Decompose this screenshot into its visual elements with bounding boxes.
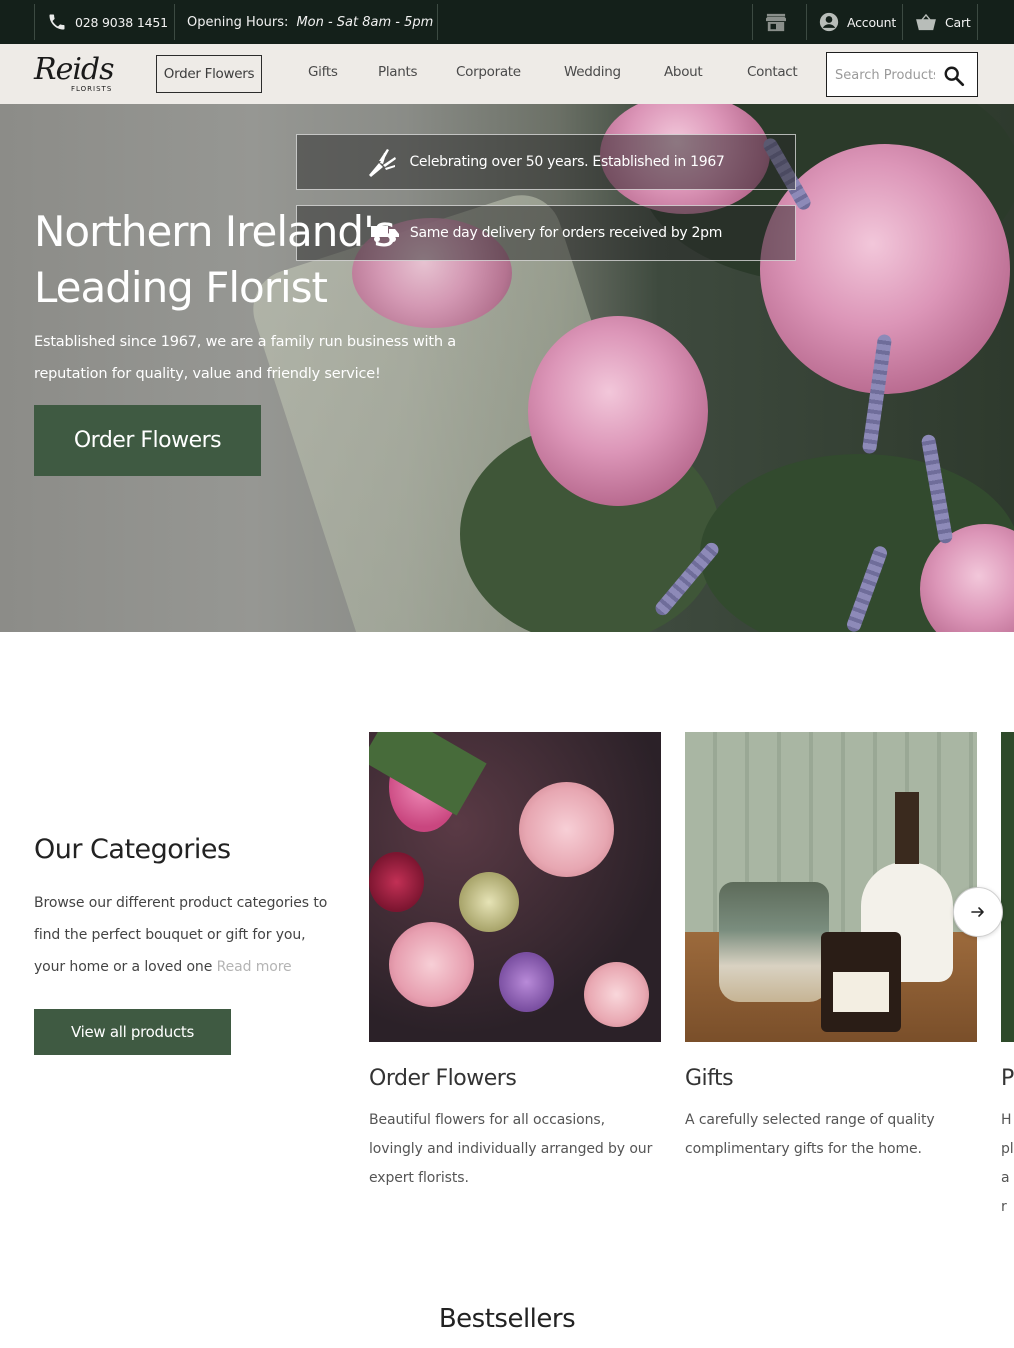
categories-title: Our Categories — [34, 834, 231, 865]
basket-icon — [916, 13, 936, 31]
category-title-plants[interactable]: Pl — [1001, 1066, 1014, 1091]
hero-order-flowers-button[interactable]: Order Flowers — [34, 405, 261, 476]
hero-heading-line-1: Northern Ireland's — [34, 207, 395, 256]
nav-link-corporate[interactable]: Corporate — [456, 64, 521, 80]
search-box — [826, 52, 978, 97]
bouquet-carnation — [369, 852, 424, 912]
account-icon — [819, 12, 839, 32]
bouquet-rose — [584, 962, 649, 1027]
account-label: Account — [847, 14, 897, 30]
search-icon[interactable] — [943, 65, 965, 87]
hero-banner: Celebrating over 50 years. Established i… — [0, 104, 1014, 632]
bestsellers-title: Bestsellers — [438, 1304, 576, 1334]
logo-subtitle: FLORISTS — [71, 85, 113, 93]
anniversary-banner: Celebrating over 50 years. Established i… — [296, 134, 796, 190]
phone-number-text: 028 9038 1451 — [75, 14, 168, 30]
category-image-plants[interactable] — [1001, 732, 1014, 1042]
bouquet-rose — [519, 782, 614, 877]
mister-nozzle — [895, 792, 919, 864]
categories-description: Browse our different product categories … — [34, 887, 334, 983]
nav-order-flowers-button[interactable]: Order Flowers — [156, 55, 262, 93]
category-desc-plants: H pl ar — [1001, 1112, 1014, 1215]
nav-link-contact[interactable]: Contact — [747, 64, 798, 80]
opening-hours: Opening Hours: Mon - Sat 8am - 5pm — [174, 4, 438, 40]
category-image-order-flowers[interactable] — [369, 732, 661, 1042]
candle-label — [833, 972, 889, 1012]
category-desc-order-flowers: Beautiful flowers for all occasions, lov… — [369, 1112, 653, 1186]
store-link[interactable] — [752, 4, 798, 40]
store-icon — [765, 13, 786, 32]
read-more-link[interactable]: Read more — [217, 959, 292, 975]
cart-label: Cart — [945, 14, 971, 30]
hero-intro: Established since 1967, we are a family … — [34, 334, 456, 382]
bouquet-icon — [369, 149, 397, 177]
nav-link-gifts[interactable]: Gifts — [308, 64, 338, 80]
delivery-banner-text: Same day delivery for orders received by… — [409, 225, 723, 241]
logo-script: Reids — [34, 52, 115, 87]
category-desc-gifts: A carefully selected range of quality co… — [685, 1112, 935, 1157]
phone-icon — [49, 14, 65, 30]
category-image-gifts[interactable] — [685, 732, 977, 1042]
main-navigation: Reids FLORISTS Order Flowers Gifts Plant… — [0, 44, 1014, 104]
search-input[interactable] — [835, 63, 935, 87]
nav-link-wedding[interactable]: Wedding — [564, 64, 621, 80]
nav-link-about[interactable]: About — [664, 64, 703, 80]
category-title-gifts[interactable]: Gifts — [685, 1066, 734, 1091]
top-bar: 028 9038 1451 Opening Hours: Mon - Sat 8… — [0, 0, 1014, 44]
bouquet-liatris — [499, 952, 554, 1012]
site-logo[interactable]: Reids FLORISTS — [34, 52, 115, 98]
cart-link[interactable]: Cart — [902, 4, 978, 40]
carousel-next-button[interactable] — [953, 887, 1003, 937]
opening-hours-value: Mon - Sat 8am - 5pm — [296, 14, 434, 30]
arrow-right-icon — [971, 907, 984, 917]
opening-hours-label: Opening Hours: — [187, 14, 289, 30]
nav-link-plants[interactable]: Plants — [378, 64, 418, 80]
bouquet-waxflower — [459, 872, 519, 932]
anniversary-banner-text: Celebrating over 50 years. Established i… — [409, 154, 725, 170]
hero-heading: Northern Ireland's Leading Florist — [34, 204, 454, 316]
account-link[interactable]: Account — [806, 4, 902, 40]
hero-image-peony — [528, 316, 708, 506]
bouquet-rose — [389, 922, 474, 1007]
phone-number-link[interactable]: 028 9038 1451 — [34, 4, 174, 40]
hero-heading-line-2: Leading Florist — [34, 263, 328, 312]
category-title-order-flowers[interactable]: Order Flowers — [369, 1066, 517, 1091]
ceramic-mug — [719, 882, 829, 1002]
view-all-products-button[interactable]: View all products — [34, 1009, 231, 1055]
